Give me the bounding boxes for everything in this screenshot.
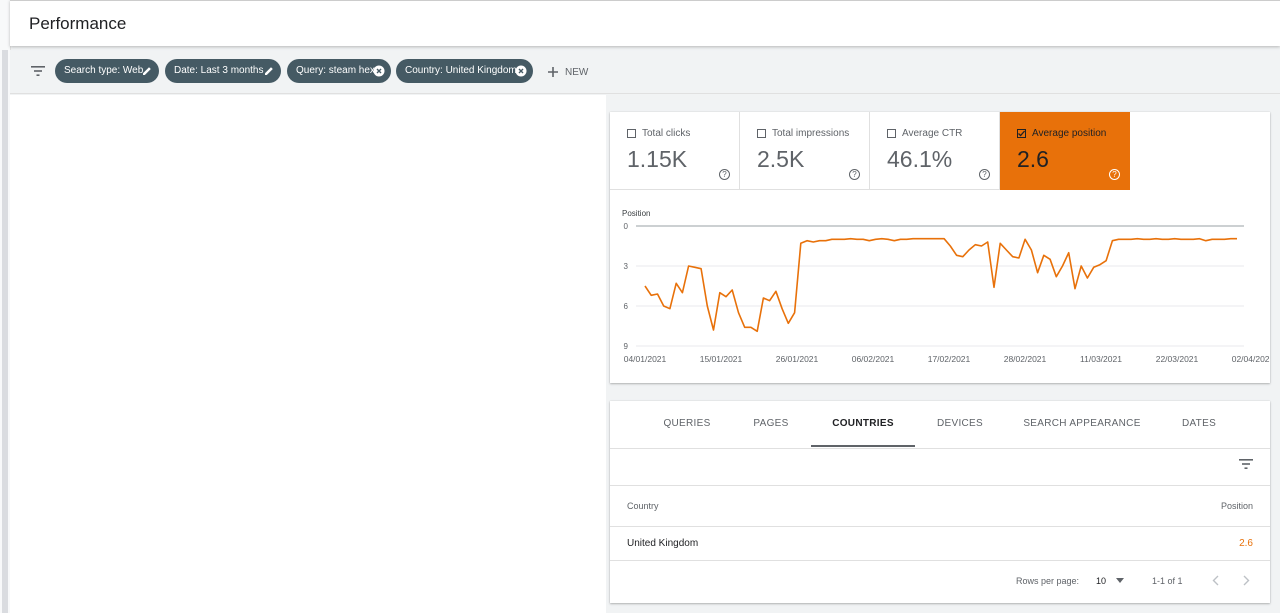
help-icon[interactable]: ?	[979, 169, 990, 180]
x-tick-label: 15/01/2021	[700, 354, 743, 364]
new-filter-label: NEW	[565, 66, 589, 78]
column-header-country[interactable]: Country	[627, 501, 659, 511]
chip-label: Date: Last 3 months	[174, 65, 264, 76]
metric-average-position[interactable]: Average position 2.6 ?	[1000, 112, 1130, 190]
x-tick-label: 17/02/2021	[928, 354, 971, 364]
tab-devices[interactable]: DEVICES	[920, 401, 1000, 447]
x-ticks: 04/01/2021 15/01/2021 26/01/2021 06/02/2021…	[624, 354, 1270, 364]
tab-pages[interactable]: PAGES	[731, 401, 811, 447]
column-header-position[interactable]: Position	[1221, 501, 1253, 511]
metric-label: Average position	[1032, 128, 1107, 139]
check-icon	[1018, 130, 1026, 137]
query-chip[interactable]: Query: steam hex	[287, 59, 391, 83]
filter-icon[interactable]	[30, 64, 46, 78]
checkbox[interactable]	[757, 129, 766, 138]
checkbox-checked[interactable]	[1017, 129, 1026, 138]
tab-queries[interactable]: QUERIES	[647, 401, 727, 447]
close-icon[interactable]	[515, 65, 527, 77]
y-tick-label: 9	[624, 342, 629, 351]
metric-label: Total impressions	[772, 128, 850, 139]
y-ticks: 0 3 6 9	[624, 222, 629, 351]
divider	[610, 560, 1270, 561]
table-cell-country: United Kingdom	[627, 538, 699, 549]
tab-dates[interactable]: DATES	[1159, 401, 1239, 447]
table-filter-icon[interactable]	[1239, 458, 1253, 470]
rows-per-page-label: Rows per page:	[1016, 576, 1080, 586]
rows-per-page-select[interactable]: 10	[1096, 576, 1106, 586]
page-header: Performance	[10, 0, 1280, 46]
chart-grid	[636, 225, 1244, 347]
help-icon[interactable]: ?	[719, 169, 730, 180]
scrollbar-thumb[interactable]	[2, 50, 8, 613]
metric-value: 2.5K	[757, 146, 805, 172]
dimensions-card: QUERIES PAGES COUNTRIES DEVICES SEARCH A…	[610, 401, 1270, 603]
metric-average-ctr[interactable]: Average CTR 46.1% ?	[870, 112, 1000, 190]
page-title: Performance	[29, 14, 127, 33]
x-tick-label: 26/01/2021	[776, 354, 819, 364]
new-filter-button[interactable]: NEW	[547, 62, 588, 82]
x-tick-label: 06/02/2021	[852, 354, 895, 364]
plus-icon	[548, 67, 558, 77]
x-tick-label: 04/01/2021	[624, 354, 667, 364]
tab-search-appearance[interactable]: SEARCH APPEARANCE	[1010, 401, 1154, 447]
x-tick-label: 28/02/2021	[1004, 354, 1047, 364]
filter-bar: Search type: Web Date: Last 3 months Que…	[10, 50, 1280, 94]
chart-series	[644, 237, 1237, 333]
dropdown-arrow-icon[interactable]	[1116, 578, 1124, 584]
date-chip[interactable]: Date: Last 3 months	[165, 59, 281, 83]
checkbox[interactable]	[627, 129, 636, 138]
average-position-line	[644, 237, 1237, 333]
metric-value: 46.1%	[887, 146, 953, 172]
edit-icon[interactable]	[263, 65, 275, 77]
metric-total-impressions[interactable]: Total impressions 2.5K ?	[740, 112, 870, 190]
table-cell-position: 2.6	[1239, 538, 1253, 549]
chip-label: Query: steam hex	[296, 65, 375, 76]
metric-label: Average CTR	[902, 128, 963, 139]
chip-label: Search type: Web	[64, 65, 144, 76]
search-type-chip[interactable]: Search type: Web	[55, 59, 159, 83]
metric-total-clicks[interactable]: Total clicks 1.15K ?	[610, 112, 740, 190]
chip-label: Country: United Kingdom	[405, 65, 517, 76]
y-axis-label: Position	[622, 209, 650, 218]
x-tick-label: 11/03/2021	[1080, 354, 1122, 364]
divider	[610, 485, 1270, 486]
close-icon[interactable]	[373, 65, 385, 77]
x-tick-label: 02/04/2021	[1232, 354, 1270, 364]
y-tick-label: 6	[624, 302, 629, 311]
metric-label: Total clicks	[642, 128, 691, 139]
y-tick-label: 0	[624, 222, 629, 231]
y-tick-label: 3	[624, 262, 629, 271]
checkbox[interactable]	[887, 129, 896, 138]
tab-countries[interactable]: COUNTRIES	[811, 401, 915, 447]
edit-icon[interactable]	[141, 65, 153, 77]
help-icon[interactable]: ?	[849, 169, 860, 180]
pagination-range: 1-1 of 1	[1152, 576, 1183, 586]
chevron-left-icon[interactable]	[1212, 575, 1219, 586]
position-chart: Position 0 3 6 9 04/01/2021 15/01/2021 26/01/…	[622, 209, 1270, 364]
x-tick-label: 22/03/2021	[1156, 354, 1199, 364]
help-icon[interactable]: ?	[1109, 169, 1120, 180]
metric-value: 1.15K	[627, 146, 688, 172]
left-panel	[10, 95, 606, 613]
tab-bar: QUERIES PAGES COUNTRIES DEVICES SEARCH A…	[610, 401, 1270, 449]
chevron-right-icon[interactable]	[1243, 575, 1250, 586]
divider	[610, 526, 1270, 527]
performance-card: Total clicks 1.15K ? Total impressions 2…	[610, 112, 1270, 383]
country-chip[interactable]: Country: United Kingdom	[396, 59, 533, 83]
metric-value: 2.6	[1017, 146, 1049, 172]
